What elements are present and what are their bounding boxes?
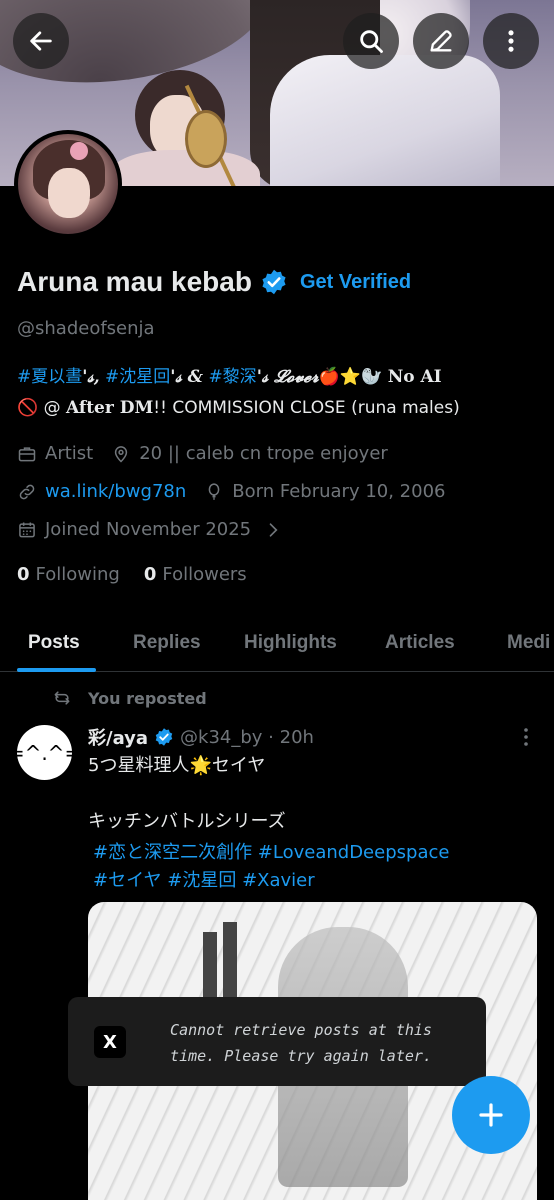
search-icon [360,30,383,53]
profile-meta-row-3[interactable]: Joined November 2025 [17,519,283,540]
link-icon [19,484,35,499]
balloon-icon [208,482,220,500]
avatar-flower [70,142,88,160]
profile-meta-row-2: wa.link/bwg78n Born February 10, 2006 [17,481,445,502]
bio-no-ai: No AI [387,367,442,387]
repost-icon [54,691,70,705]
arrow-left-icon [30,31,52,51]
profile-joined: Joined November 2025 [45,519,252,540]
location-pin-icon [115,445,128,463]
repost-indicator: You reposted [52,688,207,708]
profile-name-row: Aruna mau kebab Get Verified [17,266,411,298]
profile-birthday: Born February 10, 2006 [232,481,446,502]
profile-tabs: Posts Replies Highlights Articles Medi [0,620,554,672]
bio-after-dm: After DM [65,398,154,418]
post-author-meta: @k34_by · 20h [180,726,314,748]
post-header: 彩/aya @k34_by · 20h [88,724,314,750]
banner-fan [185,110,227,168]
bio-commission: !! COMMISSION CLOSE (runa males) [153,398,460,418]
profile-handle: @shadeofsenja [17,318,155,339]
plus-icon [479,1103,503,1127]
bio-at: @ [43,398,61,418]
back-button[interactable] [13,13,69,69]
calendar-icon [19,522,35,537]
post-author-avatar[interactable]: =^.^= [8,725,81,780]
repost-label: You reposted [88,688,207,708]
following-link[interactable]: 0 Following [17,564,120,585]
bio-line-1: #夏以晝'𝓈, #沈星回'𝓈 & #黎深'𝓈 𝓛𝓸𝓿𝓮𝓻🍎⭐🦭 No AI [17,362,542,393]
tab-articles[interactable]: Articles [385,632,455,654]
tab-posts[interactable]: Posts [28,632,80,654]
bio-suffix-1: '𝓈, [82,367,100,387]
verified-badge-icon[interactable] [260,268,288,296]
bio-hashtag-2[interactable]: #沈星回 [105,367,170,387]
post-hashtags-line-2[interactable]: #セイヤ #沈星回 #Xavier [93,866,533,892]
profile-bio: #夏以晝'𝓈, #沈星回'𝓈 & #黎深'𝓈 𝓛𝓸𝓿𝓮𝓻🍎⭐🦭 No AI 🚫 … [17,362,542,424]
bio-line-2: 🚫 @ After DM!! COMMISSION CLOSE (runa ma… [17,393,542,424]
pencil-icon [430,30,452,52]
tab-media[interactable]: Medi [507,632,550,654]
post-author-name[interactable]: 彩/aya [88,724,148,750]
compose-button[interactable] [452,1076,530,1154]
verified-badge-icon [155,728,173,746]
x-logo-icon: X [94,1026,126,1058]
post-text-line-1: 5つ星料理人🌟セイヤ [88,755,266,776]
get-verified-link[interactable]: Get Verified [300,271,411,294]
banner-man-robe [270,55,500,186]
tab-highlights[interactable]: Highlights [244,632,337,654]
more-vertical-icon [508,30,514,52]
search-button[interactable] [343,13,399,69]
image-detail [203,932,217,1002]
profile-avatar[interactable] [14,130,122,238]
more-options-button[interactable] [483,13,539,69]
toast-message: Cannot retrieve posts at this time. Plea… [170,1021,432,1065]
briefcase-icon [18,446,36,461]
banner-girl-body [110,150,260,186]
post-text: 5つ星料理人🌟セイヤ キッチンバトルシリーズ [88,752,528,836]
profile-category: Artist [45,443,94,464]
bio-hashtag-3[interactable]: #黎深 [208,367,256,387]
profile-name: Aruna mau kebab [17,266,252,297]
prohibited-icon: 🚫 [17,398,39,418]
active-tab-indicator [17,668,96,672]
bio-hashtag-1[interactable]: #夏以晝 [17,367,82,387]
chevron-right-icon [269,522,278,537]
profile-website-link[interactable]: wa.link/bwg78n [45,481,186,502]
avatar-face [48,168,90,218]
tab-replies[interactable]: Replies [133,632,201,654]
image-detail [223,922,237,1002]
following-label: Following [35,564,120,585]
bio-emojis: 🍎⭐🦭 [318,367,383,387]
edit-button[interactable] [413,13,469,69]
bio-suffix-3: '𝓈 𝓛𝓸𝓿𝓮𝓻 [256,367,319,387]
following-count: 0 [17,564,30,585]
profile-location: 20 || caleb cn trope enjoyer [139,443,388,464]
cat-face-icon: =^.^= [7,740,82,765]
followers-count: 0 [143,564,157,585]
error-toast: X Cannot retrieve posts at this time. Pl… [68,997,486,1086]
post-more-icon[interactable] [518,726,534,748]
followers-link[interactable]: 0 Followers [144,564,247,585]
bio-suffix-2: '𝓈 & [170,367,204,387]
profile-meta-row-1: Artist 20 || caleb cn trope enjoyer [17,443,388,464]
post-hashtags-line-1[interactable]: #恋と深空二次創作 #LoveandDeepspace [93,838,533,864]
post-text-line-2: キッチンバトルシリーズ [88,811,286,832]
followers-label: Followers [162,564,247,585]
follow-stats: 0 Following 0 Followers [17,564,247,585]
